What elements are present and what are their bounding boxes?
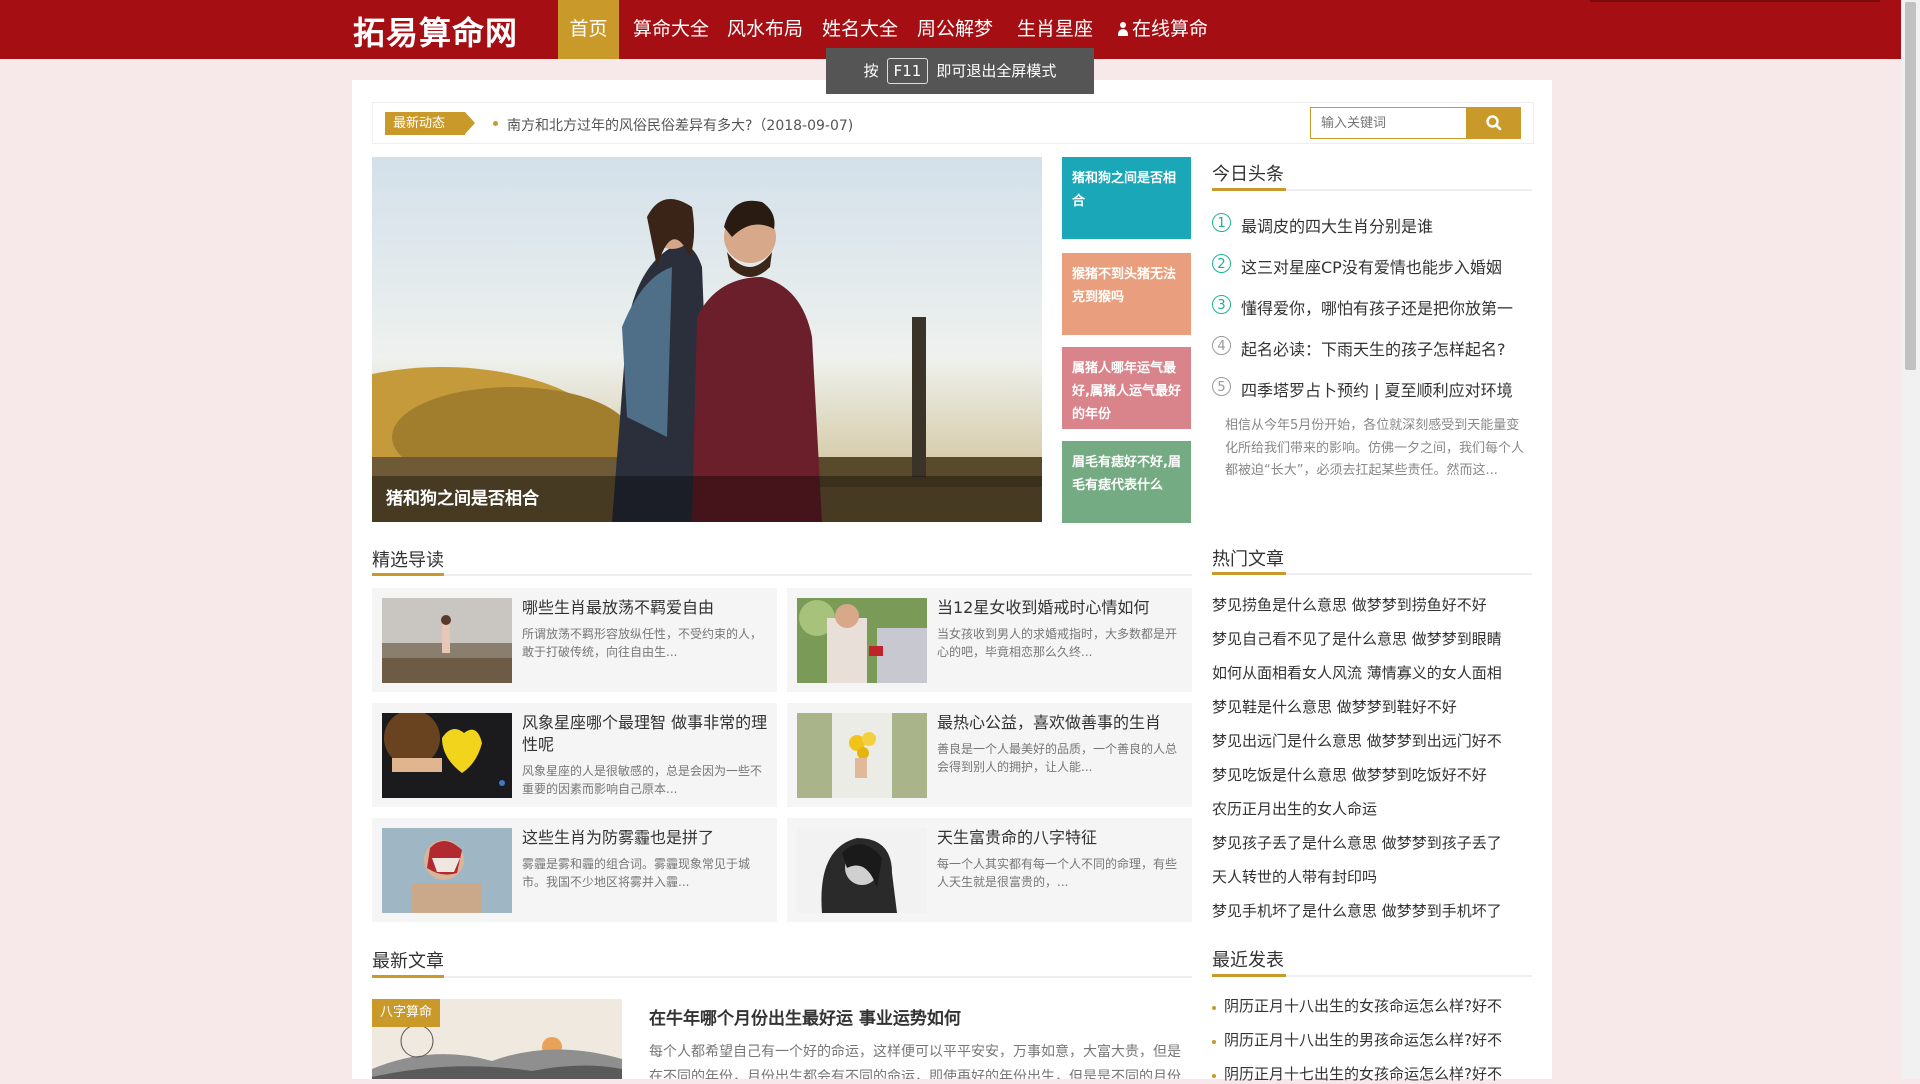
card-desc: 当女孩收到男人的求婚戒指时，大多数都是开心的吧，毕竟相恋那么久终... [937, 627, 1178, 659]
headline-link-2[interactable]: 这三对星座CP没有爱情也能步入婚姻 [1241, 254, 1502, 278]
hot-article-link[interactable]: 梦见吃饭是什么意思 做梦梦到吃饭好不好 [1212, 764, 1487, 785]
search-button[interactable] [1467, 107, 1521, 139]
latest-excerpt: 每个人都希望自己有一个好的命运，这样便可以平平安安，万事如意，大富大贵，但是在不… [649, 1044, 1181, 1079]
latest-headline[interactable]: 在牛年哪个月份出生最好运 事业运势如何 [649, 1004, 961, 1029]
card-desc: 雾霾是雾和霾的组合词。雾霾现象常见于城市。我国不少地区将雾并入霾... [522, 857, 751, 889]
news-tag: 最新动态 [385, 112, 475, 135]
headline-link-4[interactable]: 起名必读：下雨天生的孩子怎样起名? [1241, 336, 1506, 360]
card-thumbnail[interactable] [797, 598, 927, 683]
card-desc: 风象星座的人是很敏感的，总是会因为一些不重要的因素而影响自己原本... [522, 764, 763, 796]
card-thumbnail[interactable] [382, 598, 512, 683]
hot-article-link[interactable]: 梦见自己看不见了是什么意思 做梦梦到眼睛 [1212, 628, 1502, 649]
card-title[interactable]: 天生富贵命的八字特征 [937, 827, 1182, 849]
news-bullet [493, 121, 498, 126]
hot-article-link[interactable]: 梦见孩子丢了是什么意思 做梦梦到孩子丢了 [1212, 832, 1502, 853]
card-thumbnail[interactable] [382, 828, 512, 913]
tile-1[interactable]: 猪和狗之间是否相合 [1062, 157, 1191, 239]
recent-article-link[interactable]: 阴历正月十七出生的女孩命运怎么样?好不 [1224, 1063, 1530, 1084]
user-icon [1117, 22, 1128, 36]
hot-article-link[interactable]: 梦见鞋是什么意思 做梦梦到鞋好不好 [1212, 696, 1457, 717]
tile-3[interactable]: 属猪人哪年运气最好,属猪人运气最好的年份 [1062, 347, 1191, 429]
toast-suffix: 即可退出全屏模式 [936, 62, 1057, 80]
latest-divider [372, 976, 1192, 978]
headline-excerpt: 相信从今年5月份开始，各位就深刻感受到天能量变化所给我们带来的影响。仿佛一夕之间… [1225, 418, 1525, 478]
latest-accent [372, 975, 444, 978]
latest-section-title: 最新文章 [372, 951, 444, 972]
card-thumbnail[interactable] [797, 713, 927, 798]
hot-article-link[interactable]: 梦见出远门是什么意思 做梦梦到出远门好不 [1212, 730, 1502, 751]
hot-article-link[interactable]: 农历正月出生的女人命运 [1212, 798, 1377, 819]
headline-link-5[interactable]: 四季塔罗占卜预约 | 夏至顺利应对环境 [1241, 377, 1513, 401]
recent-accent [1212, 974, 1286, 977]
recent-article-link[interactable]: 阴历正月十八出生的女孩命运怎么样?好不 [1224, 995, 1530, 1016]
featured-section-title: 精选导读 [372, 550, 444, 571]
hot-accent [1212, 572, 1286, 575]
headline-num-1: 1 [1212, 213, 1231, 232]
news-ticker-link[interactable]: 南方和北方过年的风俗民俗差异有多大?（2018-09-07) [507, 115, 853, 135]
hot-article-link[interactable]: 天人转世的人带有封印吗 [1212, 866, 1377, 887]
card-title[interactable]: 风象星座哪个最理智 做事非常的理性呢 [522, 712, 772, 756]
card-title[interactable]: 这些生肖为防雾霾也是拼了 [522, 827, 767, 849]
nav-item-home[interactable]: 首页 [558, 0, 619, 59]
card-title[interactable]: 最热心公益，喜欢做善事的生肖 [937, 712, 1182, 734]
hot-article-link[interactable]: 如何从面相看女人风流 薄情寡义的女人面相 [1212, 662, 1502, 683]
recent-bullet [1212, 1040, 1216, 1044]
hero-caption[interactable]: 猪和狗之间是否相合 [372, 476, 1042, 522]
hot-article-link[interactable]: 梦见捞鱼是什么意思 做梦梦到捞鱼好不好 [1212, 594, 1487, 615]
card-desc: 善良是一个人最美好的品质，一个善良的人总会得到别人的拥护，让人能... [937, 742, 1178, 774]
headline-link-1[interactable]: 最调皮的四大生肖分别是谁 [1241, 213, 1433, 237]
headline-num-2: 2 [1212, 254, 1231, 273]
site-logo[interactable]: 拓易算命网 [353, 8, 518, 54]
search-icon [1486, 115, 1502, 131]
card-thumbnail[interactable] [797, 828, 927, 913]
today-accent [1212, 188, 1286, 191]
search-input[interactable] [1310, 107, 1467, 139]
nav-item-online-label: 在线算命 [1131, 18, 1208, 40]
headline-num-3: 3 [1212, 295, 1231, 314]
card-title[interactable]: 当12星女收到婚戒时心情如何 [937, 597, 1182, 619]
tile-4[interactable]: 眉毛有痣好不好,眉毛有痣代表什么 [1062, 441, 1191, 523]
headline-link-3[interactable]: 懂得爱你，哪怕有孩子还是把你放第一 [1241, 295, 1533, 319]
page-scrollbar[interactable] [1901, 0, 1920, 1079]
hero-image[interactable] [372, 157, 1042, 522]
card-desc: 每一个人其实都有每一个人不同的命理，有些人天生就是很富贵的，... [937, 857, 1178, 889]
card-thumbnail[interactable] [382, 710, 512, 798]
nav-item-fortune[interactable]: 算命大全 [630, 0, 712, 59]
recent-section-title: 最近发表 [1212, 950, 1284, 971]
nav-item-fengshui[interactable]: 风水布局 [724, 0, 806, 59]
card-title[interactable]: 哪些生肖最放荡不羁爱自由 [522, 597, 767, 619]
recent-bullet [1212, 1074, 1216, 1078]
toast-prefix: 按 [863, 62, 879, 80]
headline-num-4: 4 [1212, 336, 1231, 355]
latest-category-tag[interactable]: 八字算命 [372, 999, 441, 1027]
nav-item-online[interactable]: 在线算命 [1112, 0, 1214, 59]
card-desc: 所谓放荡不羁形容放纵任性，不受约束的人，敢于打破传统，向往自由生... [522, 627, 763, 659]
featured-divider [372, 574, 1192, 576]
top-right-strip [1590, 0, 1880, 2]
fullscreen-toast: 按 F11 即可退出全屏模式 [826, 48, 1094, 94]
recent-article-link[interactable]: 阴历正月十八出生的男孩命运怎么样?好不 [1224, 1029, 1530, 1050]
recent-bullet [1212, 1006, 1216, 1010]
today-section-title: 今日头条 [1212, 164, 1284, 185]
toast-key: F11 [886, 58, 929, 84]
hot-article-link[interactable]: 梦见手机坏了是什么意思 做梦梦到手机坏了 [1212, 900, 1502, 921]
headline-num-5: 5 [1212, 377, 1231, 396]
tile-2[interactable]: 猴猪不到头猪无法克到猴吗 [1062, 253, 1191, 335]
featured-accent [372, 573, 444, 576]
scrollbar-thumb[interactable] [1905, 2, 1916, 370]
hot-section-title: 热门文章 [1212, 549, 1284, 570]
